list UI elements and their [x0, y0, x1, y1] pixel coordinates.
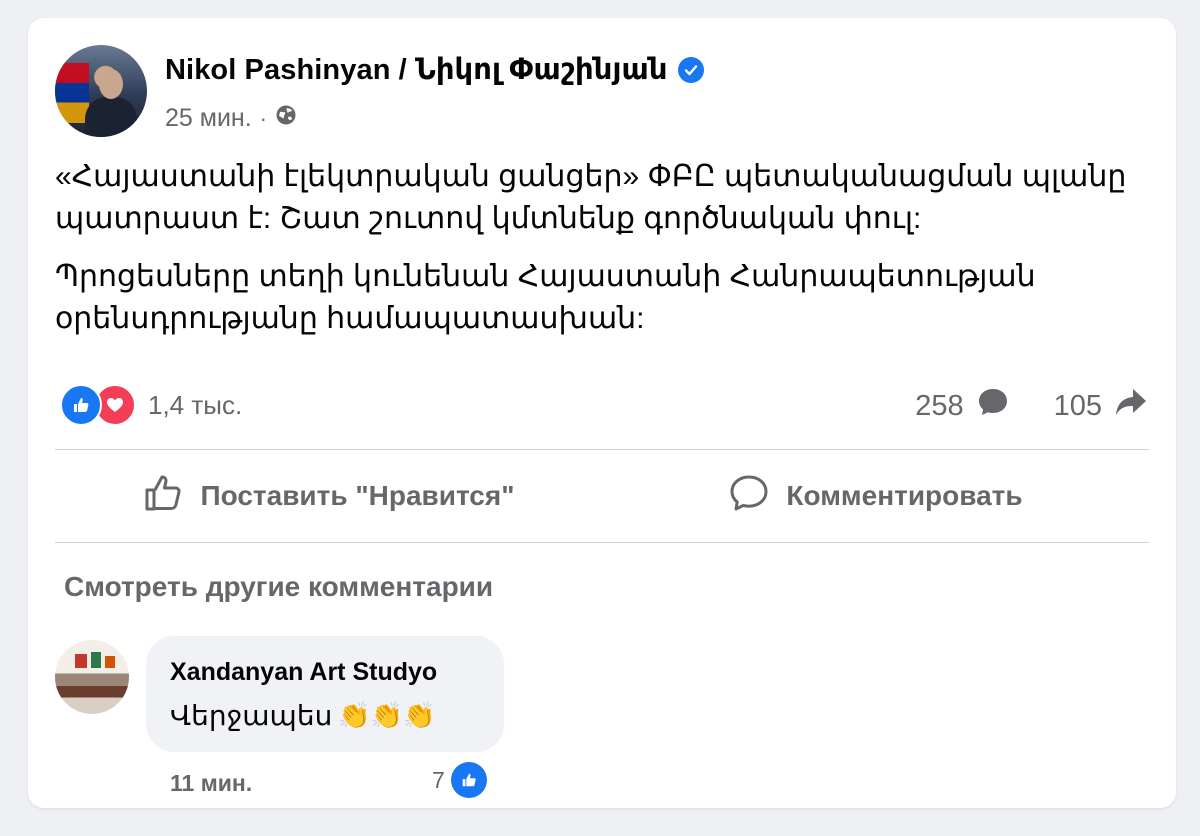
commenter-avatar[interactable] — [55, 640, 129, 714]
like-button-label: Поставить "Нравится" — [200, 480, 515, 511]
comment-icon — [728, 473, 770, 520]
comment-text: Վերջապես 👏👏👏 — [170, 699, 435, 732]
comment-likes-count: 7 — [432, 766, 445, 793]
post-body: «Հայաստանի էլեկտրական ցանցեր» ՓԲԸ պետակա… — [55, 156, 1155, 356]
comment-time[interactable]: 11 мин. — [170, 770, 252, 797]
comment-bubble-icon — [976, 386, 1010, 426]
author-name[interactable]: Nikol Pashinyan / Նիկոլ Փաշինյան — [165, 52, 668, 87]
thumbs-up-icon — [143, 473, 185, 520]
post-paragraph: «Հայաստանի էլեկտրական ցանցեր» ՓԲԸ պետակա… — [55, 160, 1127, 235]
like-reaction-icon — [450, 762, 487, 798]
clapping-hands-emoji: 👏👏👏 — [338, 700, 436, 730]
comment-likes[interactable]: 7 — [432, 762, 487, 798]
painting-shape — [91, 652, 101, 668]
author-avatar[interactable] — [55, 45, 147, 137]
post-stats: 258 105 — [915, 386, 1148, 426]
author-name-row: Nikol Pashinyan / Նիկոլ Փաշինյան — [165, 52, 704, 87]
view-more-comments-link[interactable]: Смотреть другие комментарии — [64, 571, 493, 603]
share-arrow-icon — [1114, 387, 1148, 425]
comments-count[interactable]: 258 — [915, 390, 963, 423]
reactions-summary[interactable]: 1,4 тыс. — [60, 384, 242, 426]
head-shape — [99, 69, 123, 99]
comment-button[interactable]: Комментировать — [602, 450, 1149, 542]
globe-icon[interactable] — [275, 104, 297, 133]
post-time[interactable]: 25 мин. — [165, 104, 252, 133]
suit-shape — [85, 97, 137, 137]
flag-shape — [55, 63, 89, 123]
post-card: Nikol Pashinyan / Նիկոլ Փաշինյան 25 мин.… — [28, 18, 1176, 808]
post-actions: Поставить "Нравится" Комментировать — [55, 450, 1149, 542]
comment-button-label: Комментировать — [786, 480, 1023, 511]
meta-separator: · — [259, 105, 267, 131]
post-meta: 25 мин. · — [165, 104, 297, 133]
reactions-count: 1,4 тыс. — [148, 389, 243, 420]
post-paragraph: Պրոցեսները տեղի կունենան Հայաստանի Հանրա… — [55, 260, 1036, 335]
commenter-name[interactable]: Xandanyan Art Studyo — [170, 658, 437, 687]
comment-text-content: Վերջապես — [170, 700, 333, 731]
comment-bubble: Xandanyan Art Studyo Վերջապես 👏👏👏 — [146, 636, 504, 752]
painting-shape — [75, 654, 87, 668]
divider — [55, 542, 1149, 543]
verified-badge-icon — [677, 56, 704, 83]
like-button[interactable]: Поставить "Нравится" — [55, 450, 602, 542]
painting-shape — [105, 656, 115, 668]
shares-count[interactable]: 105 — [1054, 390, 1102, 423]
like-reaction-icon — [60, 384, 102, 426]
